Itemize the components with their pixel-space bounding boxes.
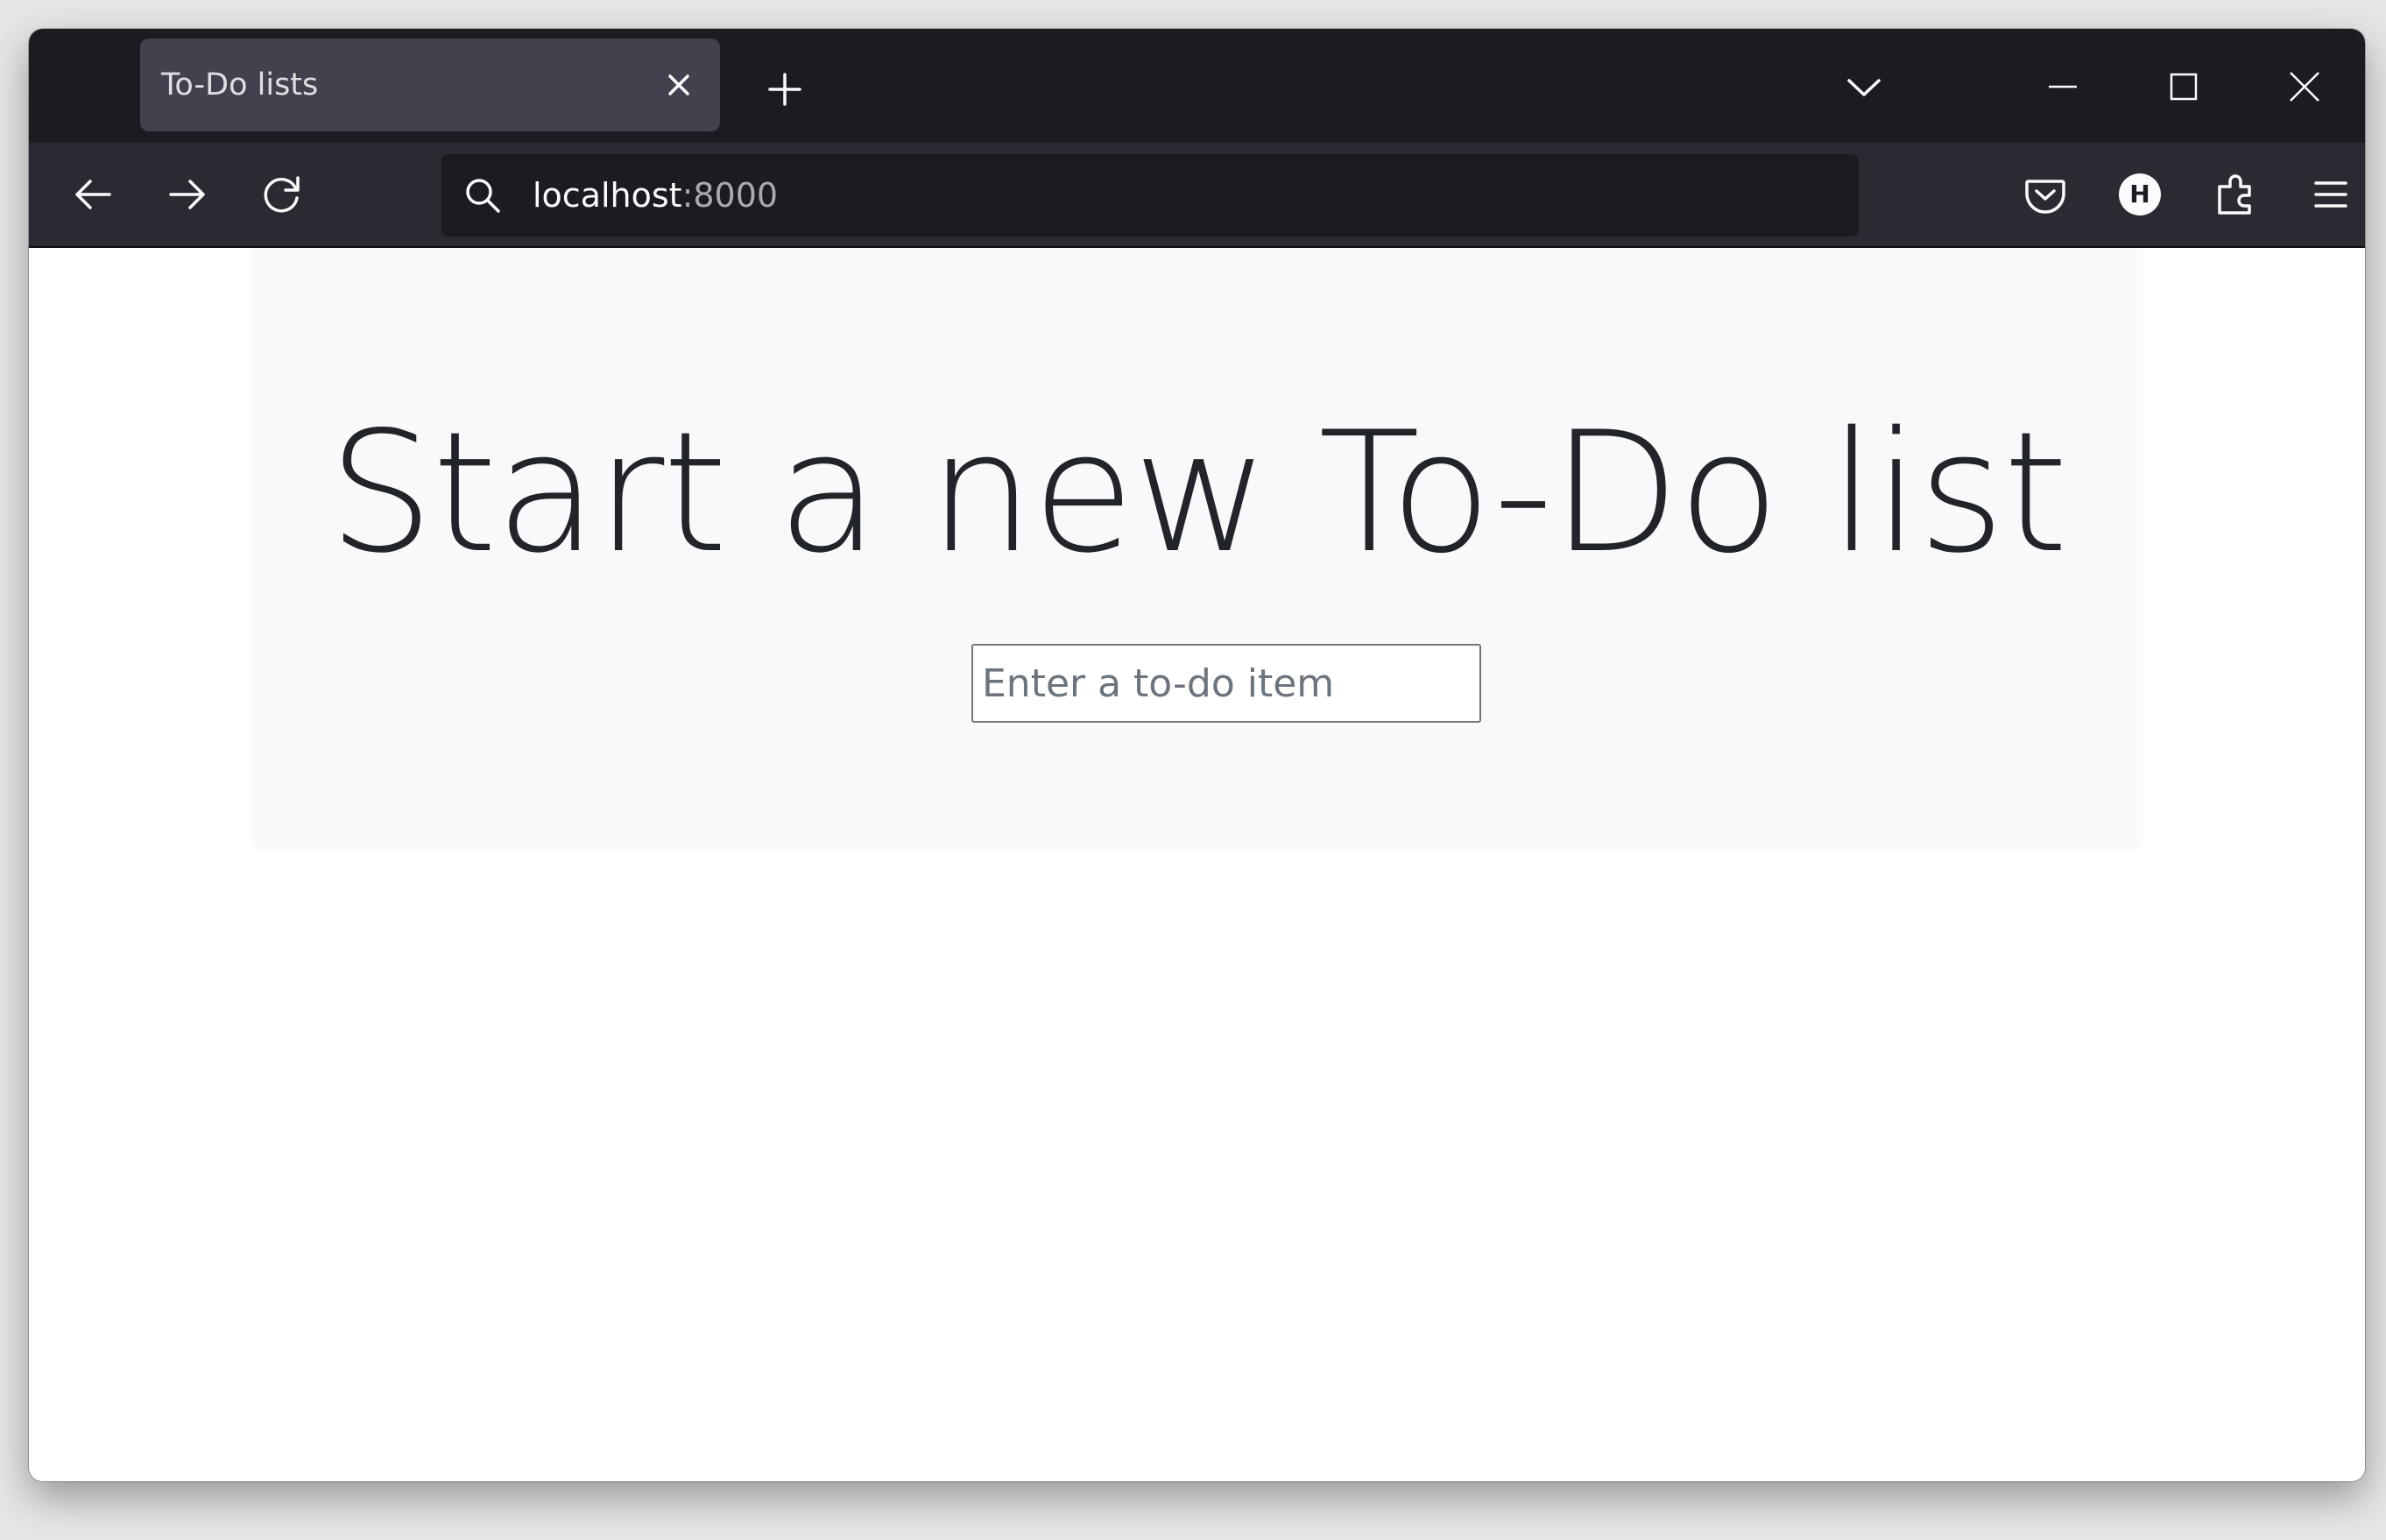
avatar-letter: H <box>2129 180 2150 208</box>
extensions-icon[interactable] <box>2207 166 2265 223</box>
title-bar: To-Do lists <box>29 29 2365 143</box>
menu-icon[interactable] <box>2302 166 2360 223</box>
jumbotron: Start a new To-Do list <box>251 248 2143 851</box>
page-heading: Start a new To-Do list <box>328 396 2069 590</box>
close-icon[interactable] <box>657 63 701 107</box>
reload-icon[interactable] <box>253 166 311 223</box>
profile-avatar-icon[interactable]: H <box>2111 166 2169 223</box>
url-port: :8000 <box>681 176 779 215</box>
minimize-icon[interactable] <box>2037 60 2089 113</box>
new-item-input[interactable] <box>971 644 1481 723</box>
arrow-left-icon[interactable] <box>64 166 122 223</box>
address-bar[interactable]: localhost:8000 <box>441 154 1859 237</box>
navigation-toolbar: localhost:8000 H <box>29 143 2365 248</box>
tab-title: To-Do lists <box>161 67 319 102</box>
tab-to-do-lists[interactable]: To-Do lists <box>140 39 720 131</box>
plus-icon[interactable] <box>763 67 807 111</box>
search-icon <box>461 173 505 217</box>
close-icon[interactable] <box>2278 60 2331 113</box>
arrow-right-icon[interactable] <box>159 166 216 223</box>
url-text[interactable]: localhost:8000 <box>533 154 778 237</box>
chevron-down-icon[interactable] <box>1840 64 1888 111</box>
maximize-icon[interactable] <box>2157 60 2210 113</box>
url-host: localhost <box>533 176 682 215</box>
browser-window: To-Do lists localhost:8000 H Start a new… <box>29 29 2365 1481</box>
page-content: Start a new To-Do list <box>29 248 2365 1481</box>
pocket-icon[interactable] <box>2016 166 2074 223</box>
